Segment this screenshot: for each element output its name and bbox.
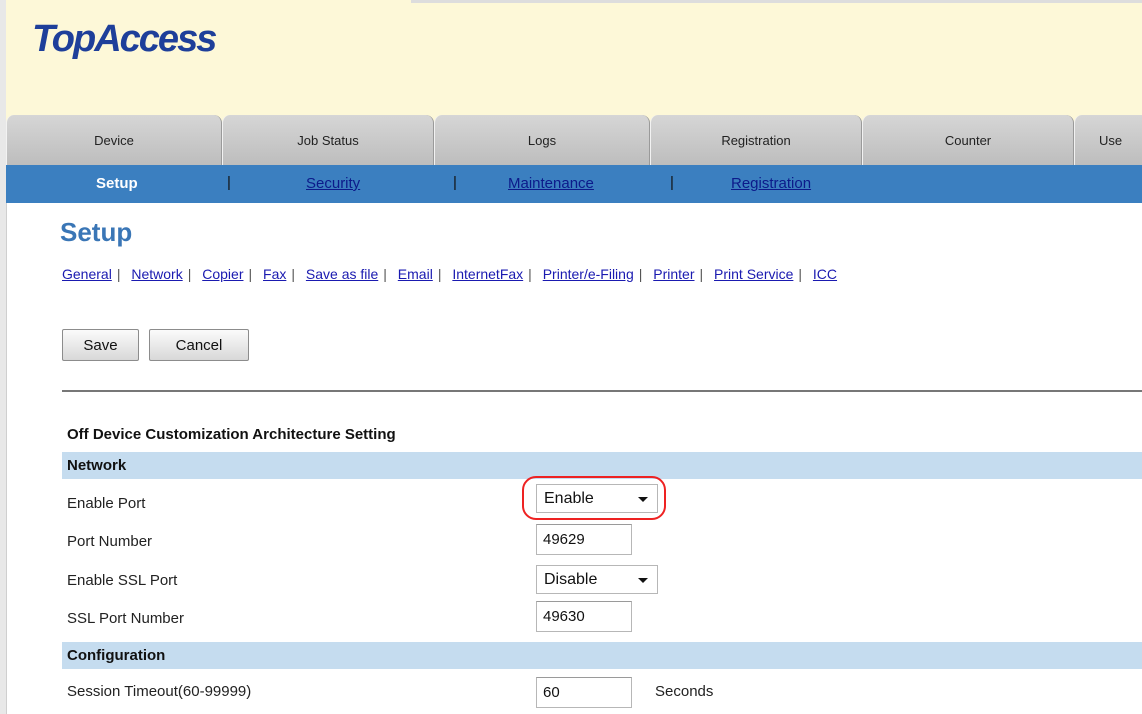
tab-label: Job Status bbox=[297, 132, 359, 148]
sublink-separator: | bbox=[116, 266, 121, 282]
tab-device[interactable]: Device bbox=[6, 115, 222, 165]
session-timeout-unit: Seconds bbox=[655, 683, 714, 700]
sublink-internetfax[interactable]: InternetFax bbox=[452, 266, 523, 282]
enable-ssl-port-value: Disable bbox=[544, 570, 598, 588]
port-number-label: Port Number bbox=[67, 533, 153, 550]
enable-ssl-port-select[interactable]: Disable bbox=[536, 565, 658, 594]
sublink-separator: | bbox=[437, 266, 442, 282]
ssl-port-number-label: SSL Port Number bbox=[67, 610, 184, 627]
sublink-copier[interactable]: Copier bbox=[202, 266, 243, 282]
sublink-separator: | bbox=[383, 266, 387, 282]
tab-registration[interactable]: Registration bbox=[650, 115, 862, 165]
setup-sublinks: General | Network | Copier | Fax | Save as f… bbox=[62, 266, 837, 282]
subnav-setup[interactable]: Setup bbox=[96, 175, 138, 192]
topaccess-logo: TopAccess bbox=[32, 18, 217, 60]
page-title: Setup bbox=[60, 217, 133, 247]
tab-counter[interactable]: Counter bbox=[862, 115, 1074, 165]
tab-label: Use bbox=[1099, 132, 1123, 148]
port-number-field[interactable]: 49629 bbox=[536, 524, 632, 555]
header-top-rule bbox=[411, 0, 1142, 3]
sublink-separator: | bbox=[248, 266, 253, 282]
sublink-separator: | bbox=[291, 266, 295, 282]
sublink-print-service[interactable]: Print Service bbox=[714, 266, 793, 282]
tab-logs[interactable]: Logs bbox=[434, 115, 650, 165]
session-timeout-field[interactable]: 60 bbox=[536, 677, 632, 708]
save-button[interactable]: Save bbox=[62, 329, 139, 361]
sublink-save-as-file[interactable]: Save as file bbox=[306, 266, 378, 282]
save-button-label: Save bbox=[83, 336, 118, 354]
sublink-separator: | bbox=[187, 266, 192, 282]
subnav-security[interactable]: Security bbox=[306, 175, 360, 192]
cancel-button-label: Cancel bbox=[175, 336, 223, 354]
subnav-separator: | bbox=[453, 174, 457, 191]
chevron-down-icon bbox=[638, 497, 648, 502]
sublink-email[interactable]: Email bbox=[398, 266, 433, 282]
sublink-printer[interactable]: Printer bbox=[653, 266, 694, 282]
enable-port-select[interactable]: Enable bbox=[536, 484, 658, 513]
sublink-network[interactable]: Network bbox=[131, 266, 182, 282]
ssl-port-number-value: 49630 bbox=[543, 608, 585, 625]
sublink-separator: | bbox=[699, 266, 704, 282]
configuration-section-header: Configuration bbox=[62, 642, 1142, 669]
tab-user[interactable]: Use bbox=[1074, 115, 1142, 165]
subnav-maintenance[interactable]: Maintenance bbox=[508, 175, 594, 192]
sublink-fax[interactable]: Fax bbox=[263, 266, 286, 282]
header: TopAccess bbox=[6, 0, 1142, 115]
session-timeout-value: 60 bbox=[543, 684, 560, 701]
subnav-registration[interactable]: Registration bbox=[731, 175, 811, 192]
network-section-header: Network bbox=[62, 452, 1142, 479]
divider bbox=[62, 390, 1142, 392]
subnav-separator: | bbox=[670, 174, 674, 191]
chevron-down-icon bbox=[638, 578, 648, 583]
session-timeout-label: Session Timeout(60-99999) bbox=[67, 683, 252, 700]
sublink-icc[interactable]: ICC bbox=[813, 266, 837, 282]
sublink-separator: | bbox=[798, 266, 803, 282]
main-tabs: Device Job Status Logs Registration Coun… bbox=[6, 115, 1142, 165]
sublink-general[interactable]: General bbox=[62, 266, 112, 282]
tab-label: Counter bbox=[944, 132, 992, 148]
enable-port-label: Enable Port bbox=[67, 495, 146, 512]
section-title: Off Device Customization Architecture Se… bbox=[67, 426, 396, 443]
tab-label: Registration bbox=[721, 132, 791, 148]
sub-navigation: Setup | Security | Maintenance | Registr… bbox=[6, 165, 1142, 203]
tab-job-status[interactable]: Job Status bbox=[222, 115, 434, 165]
configuration-heading: Configuration bbox=[67, 647, 166, 664]
sublink-separator: | bbox=[638, 266, 643, 282]
sublink-printer-efiling[interactable]: Printer/e-Filing bbox=[543, 266, 634, 282]
tab-label: Logs bbox=[527, 132, 557, 148]
enable-port-value: Enable bbox=[544, 489, 594, 507]
enable-ssl-port-label: Enable SSL Port bbox=[67, 572, 178, 589]
ssl-port-number-field[interactable]: 49630 bbox=[536, 601, 632, 632]
network-heading: Network bbox=[67, 457, 127, 474]
cancel-button[interactable]: Cancel bbox=[149, 329, 249, 361]
sublink-separator: | bbox=[528, 266, 532, 282]
port-number-value: 49629 bbox=[543, 531, 585, 548]
subnav-separator: | bbox=[227, 174, 231, 191]
tab-label: Device bbox=[94, 132, 134, 148]
